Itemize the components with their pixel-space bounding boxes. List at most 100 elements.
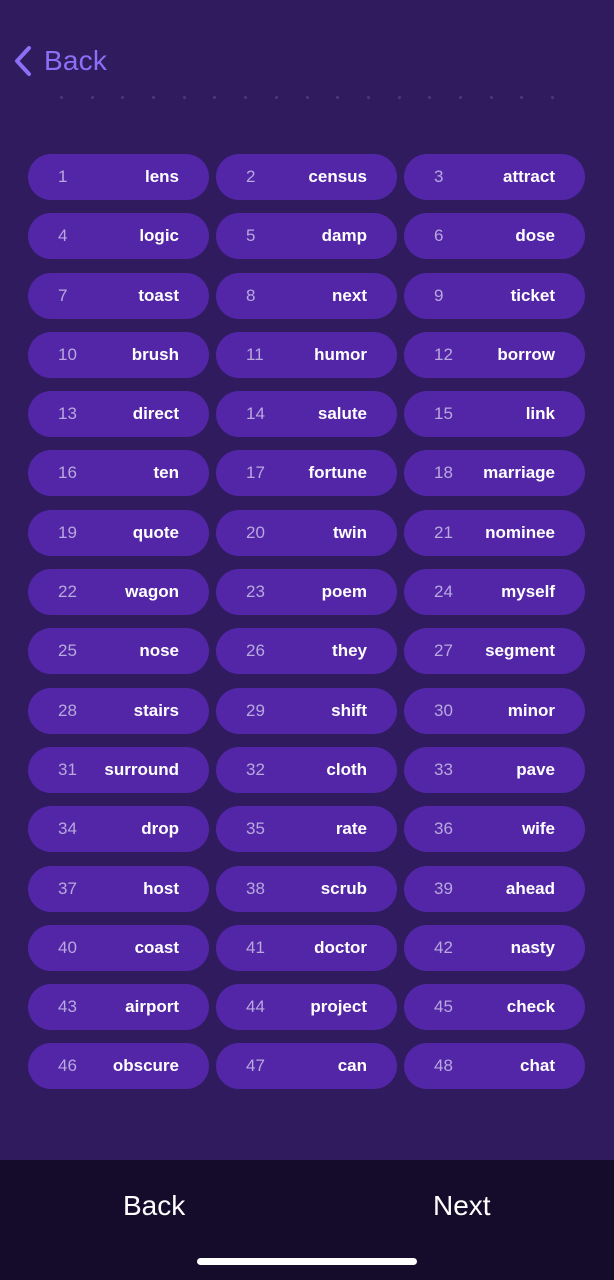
seed-word-text: ten [153, 463, 180, 483]
seed-word-pill: 15 link [404, 391, 585, 438]
seed-word-text: direct [132, 404, 179, 424]
seed-word-text: ticket [510, 285, 555, 305]
seed-word-text: surround [104, 759, 179, 779]
decorative-dots [60, 94, 554, 100]
seed-word-number: 12 [434, 344, 453, 364]
seed-word-number: 5 [246, 226, 256, 246]
seed-word-pill: 23 poem [216, 569, 397, 616]
seed-word-number: 48 [434, 1056, 453, 1076]
seed-word-pill: 18 marriage [404, 450, 585, 497]
seed-word-pill: 31 surround [28, 746, 209, 793]
seed-word-text: host [143, 878, 179, 898]
seed-word-text: dose [515, 226, 555, 246]
seed-word-pill: 6 dose [404, 213, 585, 260]
seed-word-text: brush [131, 344, 179, 364]
seed-word-number: 3 [434, 167, 444, 186]
seed-word-number: 40 [58, 937, 77, 957]
seed-word-number: 47 [246, 1056, 265, 1076]
seed-word-text: marriage [483, 463, 555, 483]
seed-word-text: stairs [133, 700, 179, 720]
seed-word-text: myself [501, 582, 555, 602]
seed-word-number: 29 [246, 700, 265, 720]
seed-word-text: quote [132, 522, 179, 542]
seed-word-number: 42 [434, 937, 453, 957]
header-back-button[interactable]: Back [10, 42, 107, 80]
seed-word-number: 44 [246, 997, 265, 1017]
seed-word-number: 32 [246, 759, 265, 779]
seed-word-number: 13 [58, 404, 77, 424]
seed-word-pill: 35 rate [216, 806, 397, 853]
seed-word-number: 2 [246, 167, 256, 186]
seed-word-text: pave [516, 759, 555, 779]
seed-word-pill: 43 airport [28, 984, 209, 1031]
seed-word-text: nasty [510, 937, 555, 957]
seed-word-text: can [337, 1056, 367, 1076]
seed-word-number: 22 [58, 582, 77, 602]
seed-word-number: 15 [434, 404, 453, 424]
seed-word-text: cloth [326, 759, 367, 779]
seed-word-pill: 14 salute [216, 391, 397, 438]
seed-word-pill: 25 nose [28, 628, 209, 675]
seed-word-pill: 48 chat [404, 1043, 585, 1090]
seed-word-number: 33 [434, 759, 453, 779]
seed-word-number: 18 [434, 463, 453, 483]
seed-word-number: 28 [58, 700, 77, 720]
seed-word-pill: 5 damp [216, 213, 397, 260]
seed-word-pill: 40 coast [28, 924, 209, 971]
seed-word-text: rate [335, 819, 367, 839]
seed-word-text: nominee [485, 522, 555, 542]
seed-word-pill: 21 nominee [404, 509, 585, 556]
seed-word-pill: 7 toast [28, 272, 209, 319]
seed-word-pill: 20 twin [216, 509, 397, 556]
footer-back-button[interactable]: Back [123, 1190, 185, 1222]
seed-word-pill: 13 direct [28, 391, 209, 438]
seed-word-pill: 30 minor [404, 687, 585, 734]
seed-word-number: 39 [434, 878, 453, 898]
seed-word-text: drop [141, 819, 179, 839]
seed-word-text: logic [139, 226, 179, 246]
seed-word-pill: 26 they [216, 628, 397, 675]
seed-word-pill: 38 scrub [216, 865, 397, 912]
seed-word-text: they [332, 641, 367, 661]
seed-word-number: 43 [58, 997, 77, 1017]
seed-word-pill: 27 segment [404, 628, 585, 675]
header-back-label: Back [44, 45, 108, 76]
seed-word-number: 19 [58, 522, 77, 542]
seed-word-text: attract [503, 167, 555, 186]
seed-word-text: census [308, 167, 367, 186]
seed-word-pill: 41 doctor [216, 924, 397, 971]
bottom-navigation-bar: Back Next [0, 1160, 614, 1280]
seed-word-number: 16 [58, 463, 77, 483]
seed-word-text: doctor [314, 937, 367, 957]
seed-word-number: 35 [246, 819, 265, 839]
seed-word-number: 34 [58, 819, 77, 839]
seed-word-pill: 22 wagon [28, 569, 209, 616]
seed-word-pill: 16 ten [28, 450, 209, 497]
seed-word-pill: 1 lens [28, 154, 209, 200]
seed-word-number: 6 [434, 226, 444, 246]
seed-word-text: shift [331, 700, 367, 720]
seed-word-text: lens [144, 167, 179, 186]
seed-word-pill: 3 attract [404, 154, 585, 200]
seed-word-number: 9 [434, 285, 444, 305]
seed-word-pill: 10 brush [28, 331, 209, 378]
seed-word-number: 38 [246, 878, 265, 898]
seed-word-number: 20 [246, 522, 265, 542]
seed-word-text: ahead [505, 878, 555, 898]
seed-word-pill: 12 borrow [404, 331, 585, 378]
footer-next-button[interactable]: Next [433, 1190, 491, 1222]
seed-word-pill: 19 quote [28, 509, 209, 556]
seed-word-number: 10 [58, 344, 77, 364]
seed-word-text: twin [333, 522, 367, 542]
seed-word-number: 8 [246, 285, 256, 305]
seed-word-text: borrow [497, 344, 555, 364]
seed-word-text: next [332, 285, 367, 305]
seed-word-pill: 44 project [216, 984, 397, 1031]
seed-word-number: 1 [58, 167, 68, 186]
seed-word-number: 11 [246, 344, 264, 364]
seed-word-pill: 29 shift [216, 687, 397, 734]
seed-word-text: toast [138, 285, 179, 305]
seed-word-text: humor [314, 344, 367, 364]
seed-word-text: airport [125, 997, 179, 1017]
seed-word-text: poem [321, 582, 367, 602]
